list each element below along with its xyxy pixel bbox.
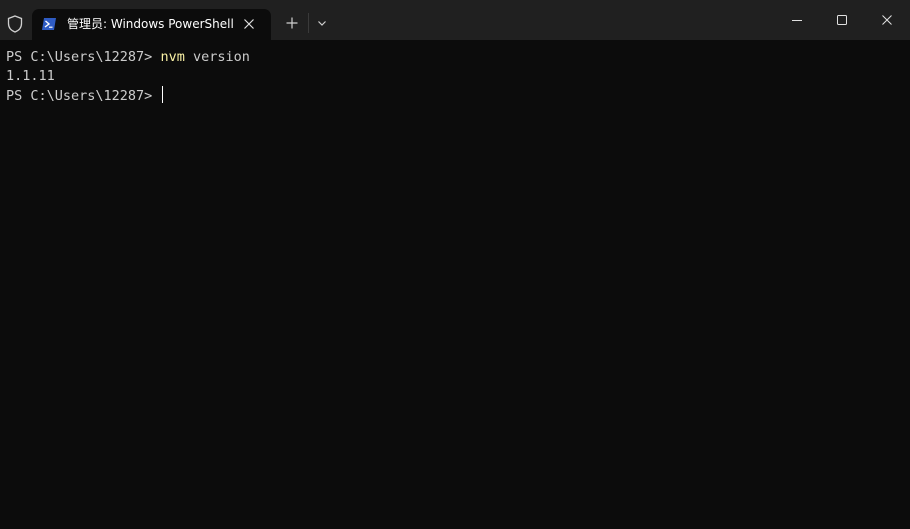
terminal-output[interactable]: PS C:\Users\12287> nvm version 1.1.11 PS… xyxy=(6,48,906,105)
prompt: PS C:\Users\12287> xyxy=(6,88,161,104)
text-cursor xyxy=(162,86,164,103)
tab-powershell[interactable]: 管理员: Windows PowerShell xyxy=(32,9,271,40)
chevron-down-icon xyxy=(318,21,326,26)
command-args: version xyxy=(184,49,250,65)
minimize-button[interactable] xyxy=(774,0,820,40)
command-output: 1.1.11 xyxy=(6,68,55,84)
terminal-window: 管理员: Windows PowerShell PS C:\Users\1228… xyxy=(0,0,910,529)
minimize-icon xyxy=(792,20,802,21)
close-icon xyxy=(882,15,892,25)
close-icon[interactable] xyxy=(241,16,257,32)
tab-separator xyxy=(308,13,309,33)
tab-dropdown-button[interactable] xyxy=(313,14,331,32)
terminal-line: PS C:\Users\12287> xyxy=(6,86,906,105)
close-button[interactable] xyxy=(864,0,910,40)
terminal-line: 1.1.11 xyxy=(6,67,906,86)
title-bar[interactable]: 管理员: Windows PowerShell xyxy=(0,0,910,40)
command-name: nvm xyxy=(160,49,185,65)
terminal-line: PS C:\Users\12287> nvm version xyxy=(6,48,906,67)
maximize-button[interactable] xyxy=(819,0,865,40)
maximize-icon xyxy=(837,15,847,25)
powershell-icon xyxy=(41,16,57,32)
tab-title: 管理员: Windows PowerShell xyxy=(67,17,234,31)
shield-icon xyxy=(6,14,24,34)
new-tab-button[interactable] xyxy=(283,14,301,32)
prompt: PS C:\Users\12287> xyxy=(6,49,161,65)
plus-icon xyxy=(286,17,298,29)
